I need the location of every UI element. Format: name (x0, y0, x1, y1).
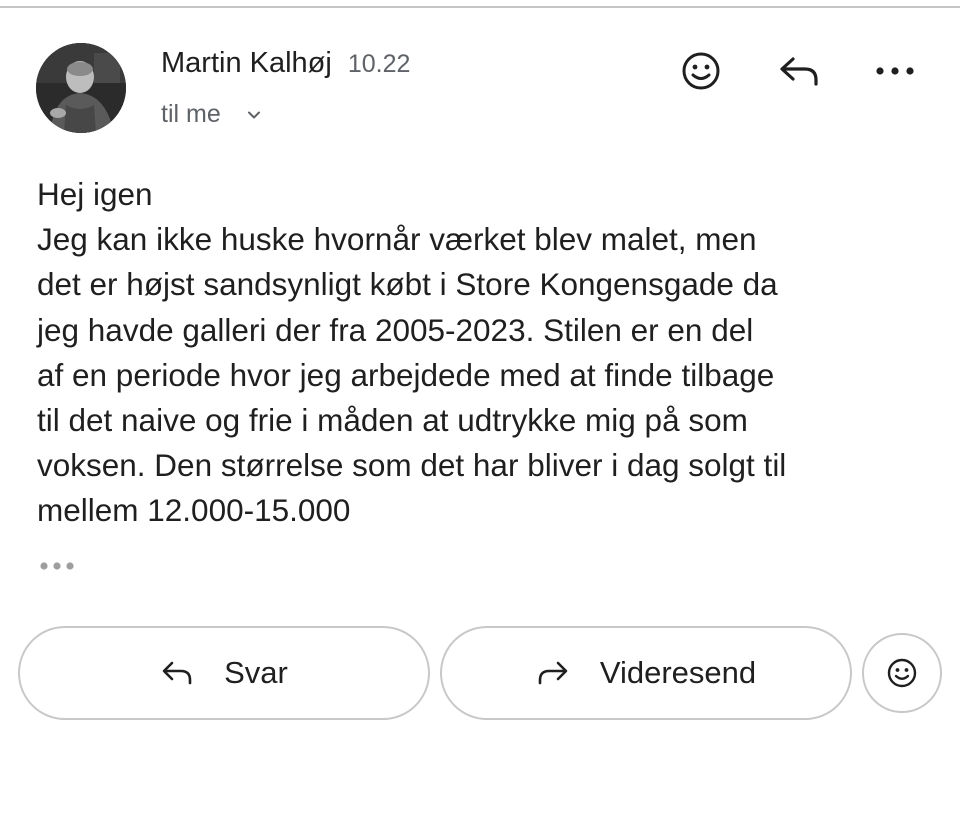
body-line: af en periode hvor jeg arbejdede med at … (37, 356, 775, 393)
body-line: til det naive og frie i måden at udtrykk… (37, 402, 748, 439)
body-line: Jeg kan ikke huske hvornår værket blev m… (37, 221, 757, 258)
reply-arrow-icon (160, 656, 194, 690)
top-divider (0, 6, 960, 8)
smiley-face-icon (682, 52, 720, 90)
message-time: 10.22 (347, 50, 411, 78)
body-line: jeg havde galleri der fra 2005-2023. Sti… (37, 311, 754, 348)
body-line: voksen. Den størrelse som det har bliver… (37, 447, 787, 484)
reply-button[interactable] (776, 48, 822, 94)
chevron-down-icon[interactable] (245, 106, 263, 124)
footer-reaction-button[interactable] (862, 633, 942, 713)
forward-label: Videresend (599, 655, 757, 690)
more-horizontal-icon (876, 67, 914, 75)
forward-arrow-icon (536, 656, 570, 690)
add-reaction-button[interactable] (678, 48, 724, 94)
body-line: Hej igen (37, 176, 153, 212)
message-body: Hej igen Jeg kan ikke huske hvornår værk… (37, 172, 937, 534)
recipient-details-toggle[interactable]: til me (161, 100, 263, 129)
smiley-face-icon (887, 658, 917, 688)
recipient-label: til me (161, 100, 221, 128)
body-line: det er højst sandsynligt købt i Store Ko… (37, 266, 778, 303)
sender-row: Martin Kalhøj 10.22 (161, 47, 410, 80)
body-line: mellem 12.000-15.000 (37, 492, 351, 529)
more-options-button[interactable] (872, 48, 918, 94)
ellipsis-icon (40, 562, 74, 570)
reply-label: Svar (224, 655, 288, 690)
reply-arrow-icon (780, 57, 818, 86)
sender-name[interactable]: Martin Kalhøj (161, 47, 332, 80)
avatar-photo (36, 43, 126, 133)
sender-avatar[interactable] (36, 43, 126, 133)
message-header-actions (676, 48, 926, 94)
reply-pill-button[interactable]: Svar (18, 626, 430, 720)
forward-pill-button[interactable]: Videresend (440, 626, 852, 720)
show-trimmed-content-button[interactable] (38, 556, 78, 576)
